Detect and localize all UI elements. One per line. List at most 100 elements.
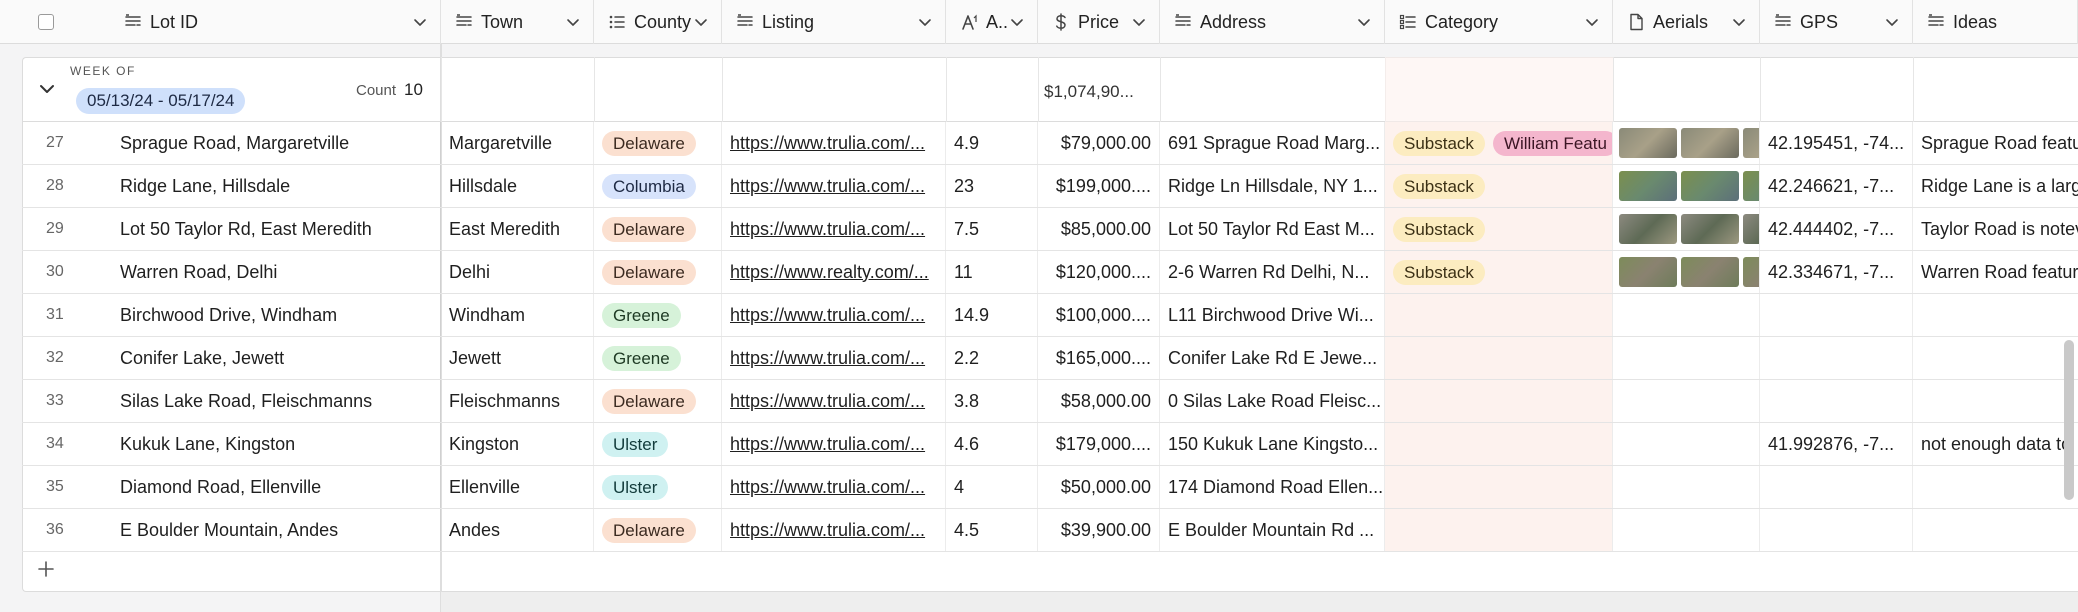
cell-county[interactable]: Greene [594, 294, 722, 336]
cell-ideas[interactable] [1913, 294, 2078, 336]
cell-listing[interactable]: https://www.trulia.com/... [722, 337, 946, 379]
cell-listing[interactable]: https://www.trulia.com/... [722, 165, 946, 207]
cell-category[interactable]: Substack [1385, 251, 1613, 293]
table-row[interactable]: 33 Silas Lake Road, Fleischmanns Fleischma… [22, 380, 2078, 423]
chevron-down-icon[interactable] [412, 14, 428, 30]
table-row[interactable]: 28 Ridge Lane, Hillsdale Hillsdale Columbia… [22, 165, 2078, 208]
table-row[interactable]: 30 Warren Road, Delhi Delhi Delaware https:/… [22, 251, 2078, 294]
cell-acres[interactable]: 7.5 [946, 208, 1038, 250]
cell-gps[interactable]: 42.334671, -7... [1760, 251, 1913, 293]
cell-price[interactable]: $179,000.... [1038, 423, 1160, 465]
column-header-category[interactable]: Category [1385, 0, 1613, 44]
cell-price[interactable]: $58,000.00 [1038, 380, 1160, 422]
chevron-down-icon[interactable] [1731, 14, 1747, 30]
cell-ideas[interactable] [1913, 337, 2078, 379]
chevron-down-icon[interactable] [1884, 14, 1900, 30]
cell-listing[interactable]: https://www.trulia.com/... [722, 423, 946, 465]
cell-listing[interactable]: https://www.trulia.com/... [722, 294, 946, 336]
cell-acres[interactable]: 3.8 [946, 380, 1038, 422]
cell-address[interactable]: Conifer Lake Rd E Jewe... [1160, 337, 1385, 379]
add-record-row[interactable] [22, 546, 441, 592]
cell-gps[interactable]: 42.195451, -74... [1760, 122, 1913, 164]
cell-price[interactable]: $120,000.... [1038, 251, 1160, 293]
chevron-down-icon[interactable] [1131, 14, 1147, 30]
cell-price[interactable]: $165,000.... [1038, 337, 1160, 379]
column-header-county[interactable]: County [594, 0, 722, 44]
cell-aerials[interactable] [1613, 337, 1760, 379]
cell-lot-id[interactable]: Silas Lake Road, Fleischmanns [110, 380, 441, 422]
aerial-thumbnail[interactable] [1681, 171, 1739, 201]
chevron-down-icon[interactable] [1584, 14, 1600, 30]
cell-town[interactable]: Ellenville [441, 466, 594, 508]
cell-town[interactable]: Windham [441, 294, 594, 336]
cell-lot-id[interactable]: Conifer Lake, Jewett [110, 337, 441, 379]
chevron-down-icon[interactable] [1356, 14, 1372, 30]
cell-category[interactable]: Substack [1385, 208, 1613, 250]
aerial-thumbnail[interactable] [1619, 128, 1677, 158]
cell-listing[interactable]: https://www.trulia.com/... [722, 466, 946, 508]
listing-link[interactable]: https://www.realty.com/... [730, 262, 929, 283]
cell-address[interactable]: 150 Kukuk Lane Kingsto... [1160, 423, 1385, 465]
cell-acres[interactable]: 11 [946, 251, 1038, 293]
column-header-listing[interactable]: Listing [722, 0, 946, 44]
cell-aerials[interactable] [1613, 509, 1760, 551]
listing-link[interactable]: https://www.trulia.com/... [730, 348, 925, 369]
cell-address[interactable]: 174 Diamond Road Ellen... [1160, 466, 1385, 508]
cell-price[interactable]: $79,000.00 [1038, 122, 1160, 164]
cell-gps[interactable] [1760, 509, 1913, 551]
cell-lot-id[interactable]: Birchwood Drive, Windham [110, 294, 441, 336]
listing-link[interactable]: https://www.trulia.com/... [730, 133, 925, 154]
cell-town[interactable]: Margaretville [441, 122, 594, 164]
cell-lot-id[interactable]: Kukuk Lane, Kingston [110, 423, 441, 465]
cell-ideas[interactable]: Warren Road featur [1913, 251, 2078, 293]
column-header-address[interactable]: Address [1160, 0, 1385, 44]
listing-link[interactable]: https://www.trulia.com/... [730, 219, 925, 240]
table-row[interactable]: 31 Birchwood Drive, Windham Windham Greene h… [22, 294, 2078, 337]
cell-price[interactable]: $50,000.00 [1038, 466, 1160, 508]
cell-category[interactable]: Substack William Featu [1385, 122, 1613, 164]
cell-county[interactable]: Ulster [594, 466, 722, 508]
cell-lot-id[interactable]: Warren Road, Delhi [110, 251, 441, 293]
table-row[interactable]: 32 Conifer Lake, Jewett Jewett Greene https:… [22, 337, 2078, 380]
chevron-down-icon[interactable] [693, 14, 709, 30]
cell-address[interactable]: L11 Birchwood Drive Wi... [1160, 294, 1385, 336]
cell-acres[interactable]: 4.6 [946, 423, 1038, 465]
cell-aerials[interactable] [1613, 423, 1760, 465]
aerial-thumbnail[interactable] [1743, 257, 1759, 287]
cell-listing[interactable]: https://www.realty.com/... [722, 251, 946, 293]
listing-link[interactable]: https://www.trulia.com/... [730, 520, 925, 541]
cell-acres[interactable]: 23 [946, 165, 1038, 207]
cell-aerials[interactable] [1613, 380, 1760, 422]
cell-town[interactable]: Hillsdale [441, 165, 594, 207]
cell-lot-id[interactable]: Lot 50 Taylor Rd, East Meredith [110, 208, 441, 250]
aerial-thumbnail[interactable] [1619, 171, 1677, 201]
listing-link[interactable]: https://www.trulia.com/... [730, 434, 925, 455]
cell-aerials[interactable] [1613, 208, 1760, 250]
cell-acres[interactable]: 4 [946, 466, 1038, 508]
cell-county[interactable]: Greene [594, 337, 722, 379]
cell-category[interactable] [1385, 294, 1613, 336]
chevron-down-icon[interactable] [917, 14, 933, 30]
cell-lot-id[interactable]: Sprague Road, Margaretville [110, 122, 441, 164]
table-row[interactable]: 35 Diamond Road, Ellenville Ellenville Ulst… [22, 466, 2078, 509]
cell-price[interactable]: $100,000.... [1038, 294, 1160, 336]
aerial-thumbnail[interactable] [1619, 214, 1677, 244]
aerial-thumbnail[interactable] [1619, 257, 1677, 287]
cell-county[interactable]: Delaware [594, 122, 722, 164]
cell-town[interactable]: East Meredith [441, 208, 594, 250]
cell-town[interactable]: Fleischmanns [441, 380, 594, 422]
cell-lot-id[interactable]: E Boulder Mountain, Andes [110, 509, 441, 551]
aerial-thumbnail[interactable] [1743, 171, 1759, 201]
cell-price[interactable]: $199,000.... [1038, 165, 1160, 207]
cell-town[interactable]: Kingston [441, 423, 594, 465]
cell-price[interactable]: $39,900.00 [1038, 509, 1160, 551]
cell-county[interactable]: Columbia [594, 165, 722, 207]
cell-acres[interactable]: 4.5 [946, 509, 1038, 551]
cell-county[interactable]: Delaware [594, 251, 722, 293]
cell-gps[interactable] [1760, 337, 1913, 379]
cell-acres[interactable]: 14.9 [946, 294, 1038, 336]
cell-county[interactable]: Delaware [594, 380, 722, 422]
column-header-aerials[interactable]: Aerials [1613, 0, 1760, 44]
aerial-thumbnail[interactable] [1743, 214, 1759, 244]
cell-aerials[interactable] [1613, 165, 1760, 207]
